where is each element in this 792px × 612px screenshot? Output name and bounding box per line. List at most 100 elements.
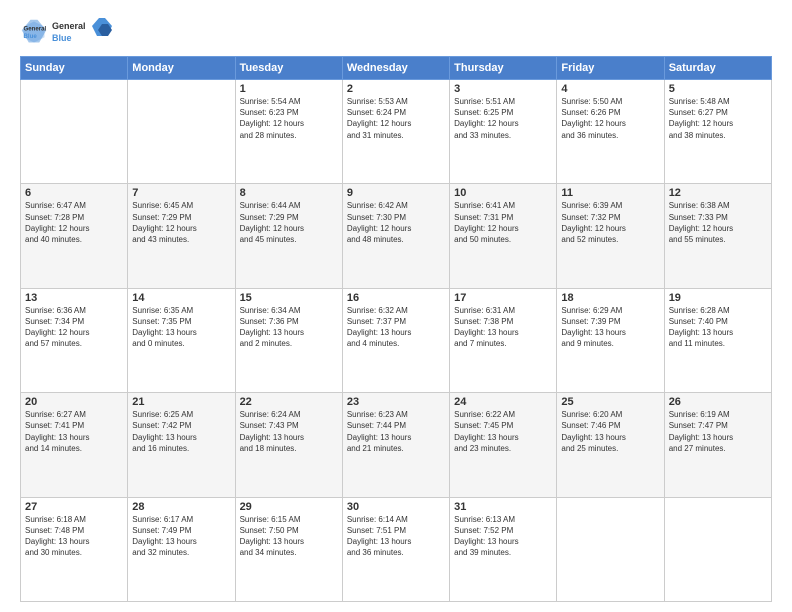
calendar-week-row: 6Sunrise: 6:47 AM Sunset: 7:28 PM Daylig… xyxy=(21,184,772,288)
day-number: 8 xyxy=(240,187,338,199)
calendar-cell: 4Sunrise: 5:50 AM Sunset: 6:26 PM Daylig… xyxy=(557,80,664,184)
day-info: Sunrise: 6:41 AM Sunset: 7:31 PM Dayligh… xyxy=(454,200,552,245)
calendar-cell: 16Sunrise: 6:32 AM Sunset: 7:37 PM Dayli… xyxy=(342,288,449,392)
calendar-cell xyxy=(128,80,235,184)
calendar-cell: 2Sunrise: 5:53 AM Sunset: 6:24 PM Daylig… xyxy=(342,80,449,184)
day-number: 26 xyxy=(669,396,767,408)
day-number: 19 xyxy=(669,292,767,304)
calendar-cell: 23Sunrise: 6:23 AM Sunset: 7:44 PM Dayli… xyxy=(342,393,449,497)
day-number: 10 xyxy=(454,187,552,199)
day-info: Sunrise: 5:54 AM Sunset: 6:23 PM Dayligh… xyxy=(240,96,338,141)
svg-text:Blue: Blue xyxy=(52,33,72,43)
day-info: Sunrise: 6:35 AM Sunset: 7:35 PM Dayligh… xyxy=(132,305,230,350)
day-info: Sunrise: 6:34 AM Sunset: 7:36 PM Dayligh… xyxy=(240,305,338,350)
day-info: Sunrise: 6:31 AM Sunset: 7:38 PM Dayligh… xyxy=(454,305,552,350)
logo: General Blue General Blue xyxy=(20,16,112,48)
day-info: Sunrise: 6:44 AM Sunset: 7:29 PM Dayligh… xyxy=(240,200,338,245)
header: General Blue General Blue xyxy=(20,16,772,48)
day-info: Sunrise: 6:28 AM Sunset: 7:40 PM Dayligh… xyxy=(669,305,767,350)
weekday-header: Sunday xyxy=(21,57,128,80)
weekday-header: Saturday xyxy=(664,57,771,80)
day-info: Sunrise: 5:51 AM Sunset: 6:25 PM Dayligh… xyxy=(454,96,552,141)
calendar-cell: 24Sunrise: 6:22 AM Sunset: 7:45 PM Dayli… xyxy=(450,393,557,497)
calendar-cell: 14Sunrise: 6:35 AM Sunset: 7:35 PM Dayli… xyxy=(128,288,235,392)
day-info: Sunrise: 6:36 AM Sunset: 7:34 PM Dayligh… xyxy=(25,305,123,350)
day-number: 14 xyxy=(132,292,230,304)
day-info: Sunrise: 6:27 AM Sunset: 7:41 PM Dayligh… xyxy=(25,409,123,454)
calendar-header-row: SundayMondayTuesdayWednesdayThursdayFrid… xyxy=(21,57,772,80)
calendar-table: SundayMondayTuesdayWednesdayThursdayFrid… xyxy=(20,56,772,602)
day-info: Sunrise: 6:29 AM Sunset: 7:39 PM Dayligh… xyxy=(561,305,659,350)
day-number: 7 xyxy=(132,187,230,199)
calendar-cell xyxy=(664,497,771,601)
day-number: 2 xyxy=(347,83,445,95)
day-number: 25 xyxy=(561,396,659,408)
day-number: 12 xyxy=(669,187,767,199)
svg-text:General: General xyxy=(24,25,47,32)
logo-svg: General Blue xyxy=(52,16,112,48)
day-number: 27 xyxy=(25,501,123,513)
day-info: Sunrise: 6:13 AM Sunset: 7:52 PM Dayligh… xyxy=(454,514,552,559)
day-info: Sunrise: 6:39 AM Sunset: 7:32 PM Dayligh… xyxy=(561,200,659,245)
day-number: 5 xyxy=(669,83,767,95)
day-info: Sunrise: 6:42 AM Sunset: 7:30 PM Dayligh… xyxy=(347,200,445,245)
weekday-header: Friday xyxy=(557,57,664,80)
day-number: 30 xyxy=(347,501,445,513)
day-number: 31 xyxy=(454,501,552,513)
day-number: 21 xyxy=(132,396,230,408)
day-number: 16 xyxy=(347,292,445,304)
day-number: 15 xyxy=(240,292,338,304)
day-number: 13 xyxy=(25,292,123,304)
calendar-cell: 10Sunrise: 6:41 AM Sunset: 7:31 PM Dayli… xyxy=(450,184,557,288)
day-number: 9 xyxy=(347,187,445,199)
calendar-cell: 5Sunrise: 5:48 AM Sunset: 6:27 PM Daylig… xyxy=(664,80,771,184)
calendar-cell: 25Sunrise: 6:20 AM Sunset: 7:46 PM Dayli… xyxy=(557,393,664,497)
calendar-cell: 18Sunrise: 6:29 AM Sunset: 7:39 PM Dayli… xyxy=(557,288,664,392)
day-info: Sunrise: 6:32 AM Sunset: 7:37 PM Dayligh… xyxy=(347,305,445,350)
day-info: Sunrise: 6:38 AM Sunset: 7:33 PM Dayligh… xyxy=(669,200,767,245)
calendar-cell: 31Sunrise: 6:13 AM Sunset: 7:52 PM Dayli… xyxy=(450,497,557,601)
day-number: 23 xyxy=(347,396,445,408)
calendar-cell xyxy=(557,497,664,601)
day-number: 1 xyxy=(240,83,338,95)
calendar-cell: 12Sunrise: 6:38 AM Sunset: 7:33 PM Dayli… xyxy=(664,184,771,288)
day-info: Sunrise: 6:14 AM Sunset: 7:51 PM Dayligh… xyxy=(347,514,445,559)
day-info: Sunrise: 5:48 AM Sunset: 6:27 PM Dayligh… xyxy=(669,96,767,141)
day-number: 17 xyxy=(454,292,552,304)
day-number: 24 xyxy=(454,396,552,408)
svg-text:Blue: Blue xyxy=(24,33,38,40)
logo-icon: General Blue xyxy=(20,18,48,46)
day-number: 4 xyxy=(561,83,659,95)
day-number: 28 xyxy=(132,501,230,513)
calendar-week-row: 1Sunrise: 5:54 AM Sunset: 6:23 PM Daylig… xyxy=(21,80,772,184)
calendar-cell: 20Sunrise: 6:27 AM Sunset: 7:41 PM Dayli… xyxy=(21,393,128,497)
page: General Blue General Blue SundayMondayTu… xyxy=(0,0,792,612)
calendar-cell: 28Sunrise: 6:17 AM Sunset: 7:49 PM Dayli… xyxy=(128,497,235,601)
calendar-week-row: 13Sunrise: 6:36 AM Sunset: 7:34 PM Dayli… xyxy=(21,288,772,392)
weekday-header: Tuesday xyxy=(235,57,342,80)
calendar-cell: 11Sunrise: 6:39 AM Sunset: 7:32 PM Dayli… xyxy=(557,184,664,288)
day-info: Sunrise: 6:47 AM Sunset: 7:28 PM Dayligh… xyxy=(25,200,123,245)
calendar-cell: 8Sunrise: 6:44 AM Sunset: 7:29 PM Daylig… xyxy=(235,184,342,288)
calendar-cell: 3Sunrise: 5:51 AM Sunset: 6:25 PM Daylig… xyxy=(450,80,557,184)
day-info: Sunrise: 6:25 AM Sunset: 7:42 PM Dayligh… xyxy=(132,409,230,454)
day-info: Sunrise: 6:23 AM Sunset: 7:44 PM Dayligh… xyxy=(347,409,445,454)
day-info: Sunrise: 6:45 AM Sunset: 7:29 PM Dayligh… xyxy=(132,200,230,245)
day-info: Sunrise: 5:50 AM Sunset: 6:26 PM Dayligh… xyxy=(561,96,659,141)
day-number: 18 xyxy=(561,292,659,304)
calendar-cell: 21Sunrise: 6:25 AM Sunset: 7:42 PM Dayli… xyxy=(128,393,235,497)
calendar-cell: 27Sunrise: 6:18 AM Sunset: 7:48 PM Dayli… xyxy=(21,497,128,601)
calendar-cell xyxy=(21,80,128,184)
calendar-cell: 29Sunrise: 6:15 AM Sunset: 7:50 PM Dayli… xyxy=(235,497,342,601)
calendar-week-row: 20Sunrise: 6:27 AM Sunset: 7:41 PM Dayli… xyxy=(21,393,772,497)
day-info: Sunrise: 6:22 AM Sunset: 7:45 PM Dayligh… xyxy=(454,409,552,454)
day-number: 29 xyxy=(240,501,338,513)
calendar-cell: 22Sunrise: 6:24 AM Sunset: 7:43 PM Dayli… xyxy=(235,393,342,497)
day-info: Sunrise: 6:18 AM Sunset: 7:48 PM Dayligh… xyxy=(25,514,123,559)
day-info: Sunrise: 6:15 AM Sunset: 7:50 PM Dayligh… xyxy=(240,514,338,559)
calendar-cell: 9Sunrise: 6:42 AM Sunset: 7:30 PM Daylig… xyxy=(342,184,449,288)
calendar-cell: 7Sunrise: 6:45 AM Sunset: 7:29 PM Daylig… xyxy=(128,184,235,288)
day-info: Sunrise: 6:19 AM Sunset: 7:47 PM Dayligh… xyxy=(669,409,767,454)
day-info: Sunrise: 6:24 AM Sunset: 7:43 PM Dayligh… xyxy=(240,409,338,454)
calendar-week-row: 27Sunrise: 6:18 AM Sunset: 7:48 PM Dayli… xyxy=(21,497,772,601)
